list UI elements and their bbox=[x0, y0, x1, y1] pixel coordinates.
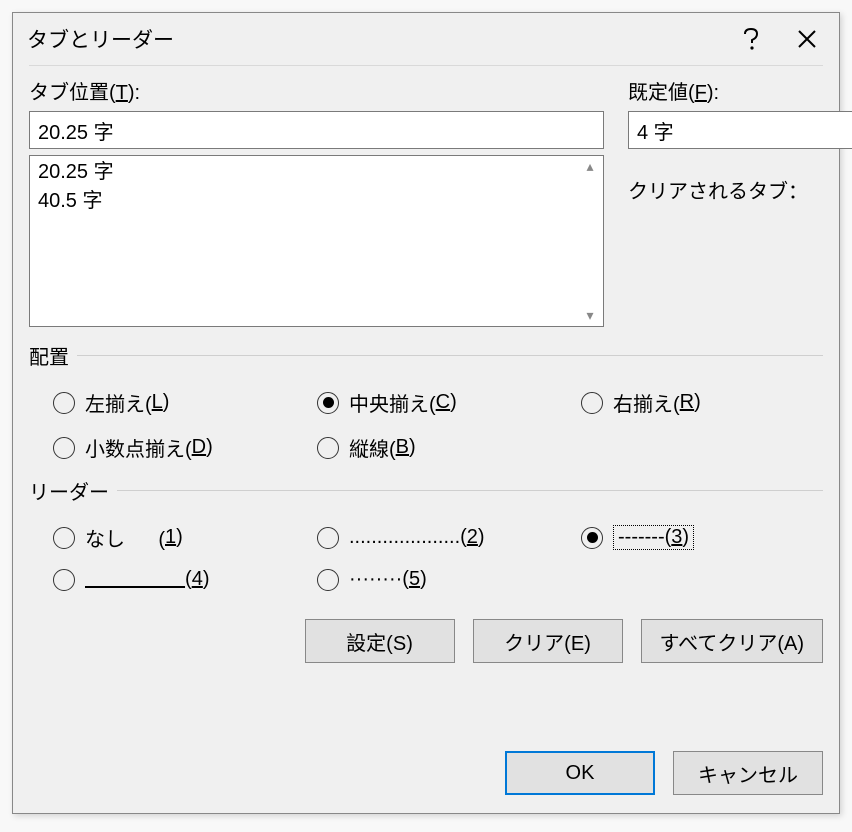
clear-button[interactable]: クリア(E) bbox=[473, 619, 623, 663]
alignment-group-label: 配置 bbox=[29, 341, 77, 370]
radio-leader-underline[interactable]: (4) bbox=[53, 568, 317, 591]
scroll-up-icon[interactable]: ▴ bbox=[579, 158, 601, 175]
radio-icon bbox=[317, 437, 339, 459]
button-label: OK bbox=[566, 762, 595, 785]
radio-icon bbox=[317, 527, 339, 549]
default-label: 既定値(F): bbox=[628, 76, 823, 105]
tab-position-list[interactable]: 20.25 字 40.5 字 ▴ ▾ bbox=[29, 155, 604, 327]
radio-label: -------(3) bbox=[613, 525, 694, 550]
button-label: 設定(S) bbox=[346, 627, 413, 656]
radio-icon bbox=[581, 392, 603, 414]
radio-label: 小数点揃え(D) bbox=[85, 433, 213, 462]
radio-label: (4) bbox=[85, 568, 210, 591]
set-button[interactable]: 設定(S) bbox=[305, 619, 455, 663]
cancel-button[interactable]: キャンセル bbox=[673, 751, 823, 795]
divider bbox=[117, 490, 823, 491]
radio-label: ....................(2) bbox=[349, 526, 485, 549]
radio-align-left[interactable]: 左揃え(L) bbox=[53, 388, 317, 417]
list-item[interactable]: 20.25 字 bbox=[38, 158, 595, 187]
button-label: すべてクリア(A) bbox=[660, 627, 804, 656]
radio-leader-dashes[interactable]: -------(3) bbox=[581, 525, 823, 550]
radio-leader-middots[interactable]: ········(5) bbox=[317, 568, 581, 591]
radio-icon bbox=[581, 527, 603, 549]
cleared-tabs-label: クリアされるタブ： bbox=[628, 175, 823, 204]
title-bar: タブとリーダー bbox=[13, 13, 839, 65]
help-button[interactable] bbox=[723, 13, 779, 65]
clear-all-button[interactable]: すべてクリア(A) bbox=[641, 619, 823, 663]
radio-label: ········(5) bbox=[349, 568, 427, 591]
close-icon bbox=[798, 30, 816, 48]
ok-button[interactable]: OK bbox=[505, 751, 655, 795]
list-item[interactable]: 40.5 字 bbox=[38, 187, 595, 216]
radio-label: なし (1) bbox=[85, 523, 183, 552]
button-label: クリア(E) bbox=[504, 627, 591, 656]
radio-icon bbox=[53, 437, 75, 459]
radio-leader-none[interactable]: なし (1) bbox=[53, 523, 317, 552]
tabs-dialog: タブとリーダー タブ位置(T): 20.25 字 bbox=[12, 12, 840, 814]
radio-align-bar[interactable]: 縦線(B) bbox=[317, 433, 581, 462]
radio-label: 縦線(B) bbox=[349, 433, 416, 462]
radio-icon bbox=[317, 569, 339, 591]
radio-align-right[interactable]: 右揃え(R) bbox=[581, 388, 823, 417]
radio-icon bbox=[317, 392, 339, 414]
radio-align-decimal[interactable]: 小数点揃え(D) bbox=[53, 433, 317, 462]
radio-icon bbox=[53, 527, 75, 549]
radio-icon bbox=[53, 392, 75, 414]
radio-leader-dots[interactable]: ....................(2) bbox=[317, 526, 581, 549]
radio-label: 右揃え(R) bbox=[613, 388, 701, 417]
radio-icon bbox=[53, 569, 75, 591]
help-icon bbox=[741, 28, 761, 50]
tab-position-label: タブ位置(T): bbox=[29, 76, 604, 105]
leader-group-label: リーダー bbox=[29, 476, 117, 505]
default-spinner[interactable]: ▲ ▼ bbox=[628, 111, 823, 149]
button-label: キャンセル bbox=[698, 759, 798, 788]
close-button[interactable] bbox=[779, 13, 835, 65]
tab-position-input[interactable] bbox=[29, 111, 604, 149]
divider bbox=[77, 355, 823, 356]
dialog-title: タブとリーダー bbox=[27, 24, 723, 54]
radio-label: 中央揃え(C) bbox=[349, 388, 457, 417]
scroll-down-icon[interactable]: ▾ bbox=[579, 307, 601, 324]
radio-align-center[interactable]: 中央揃え(C) bbox=[317, 388, 581, 417]
radio-label: 左揃え(L) bbox=[85, 388, 169, 417]
default-input[interactable] bbox=[628, 111, 852, 149]
